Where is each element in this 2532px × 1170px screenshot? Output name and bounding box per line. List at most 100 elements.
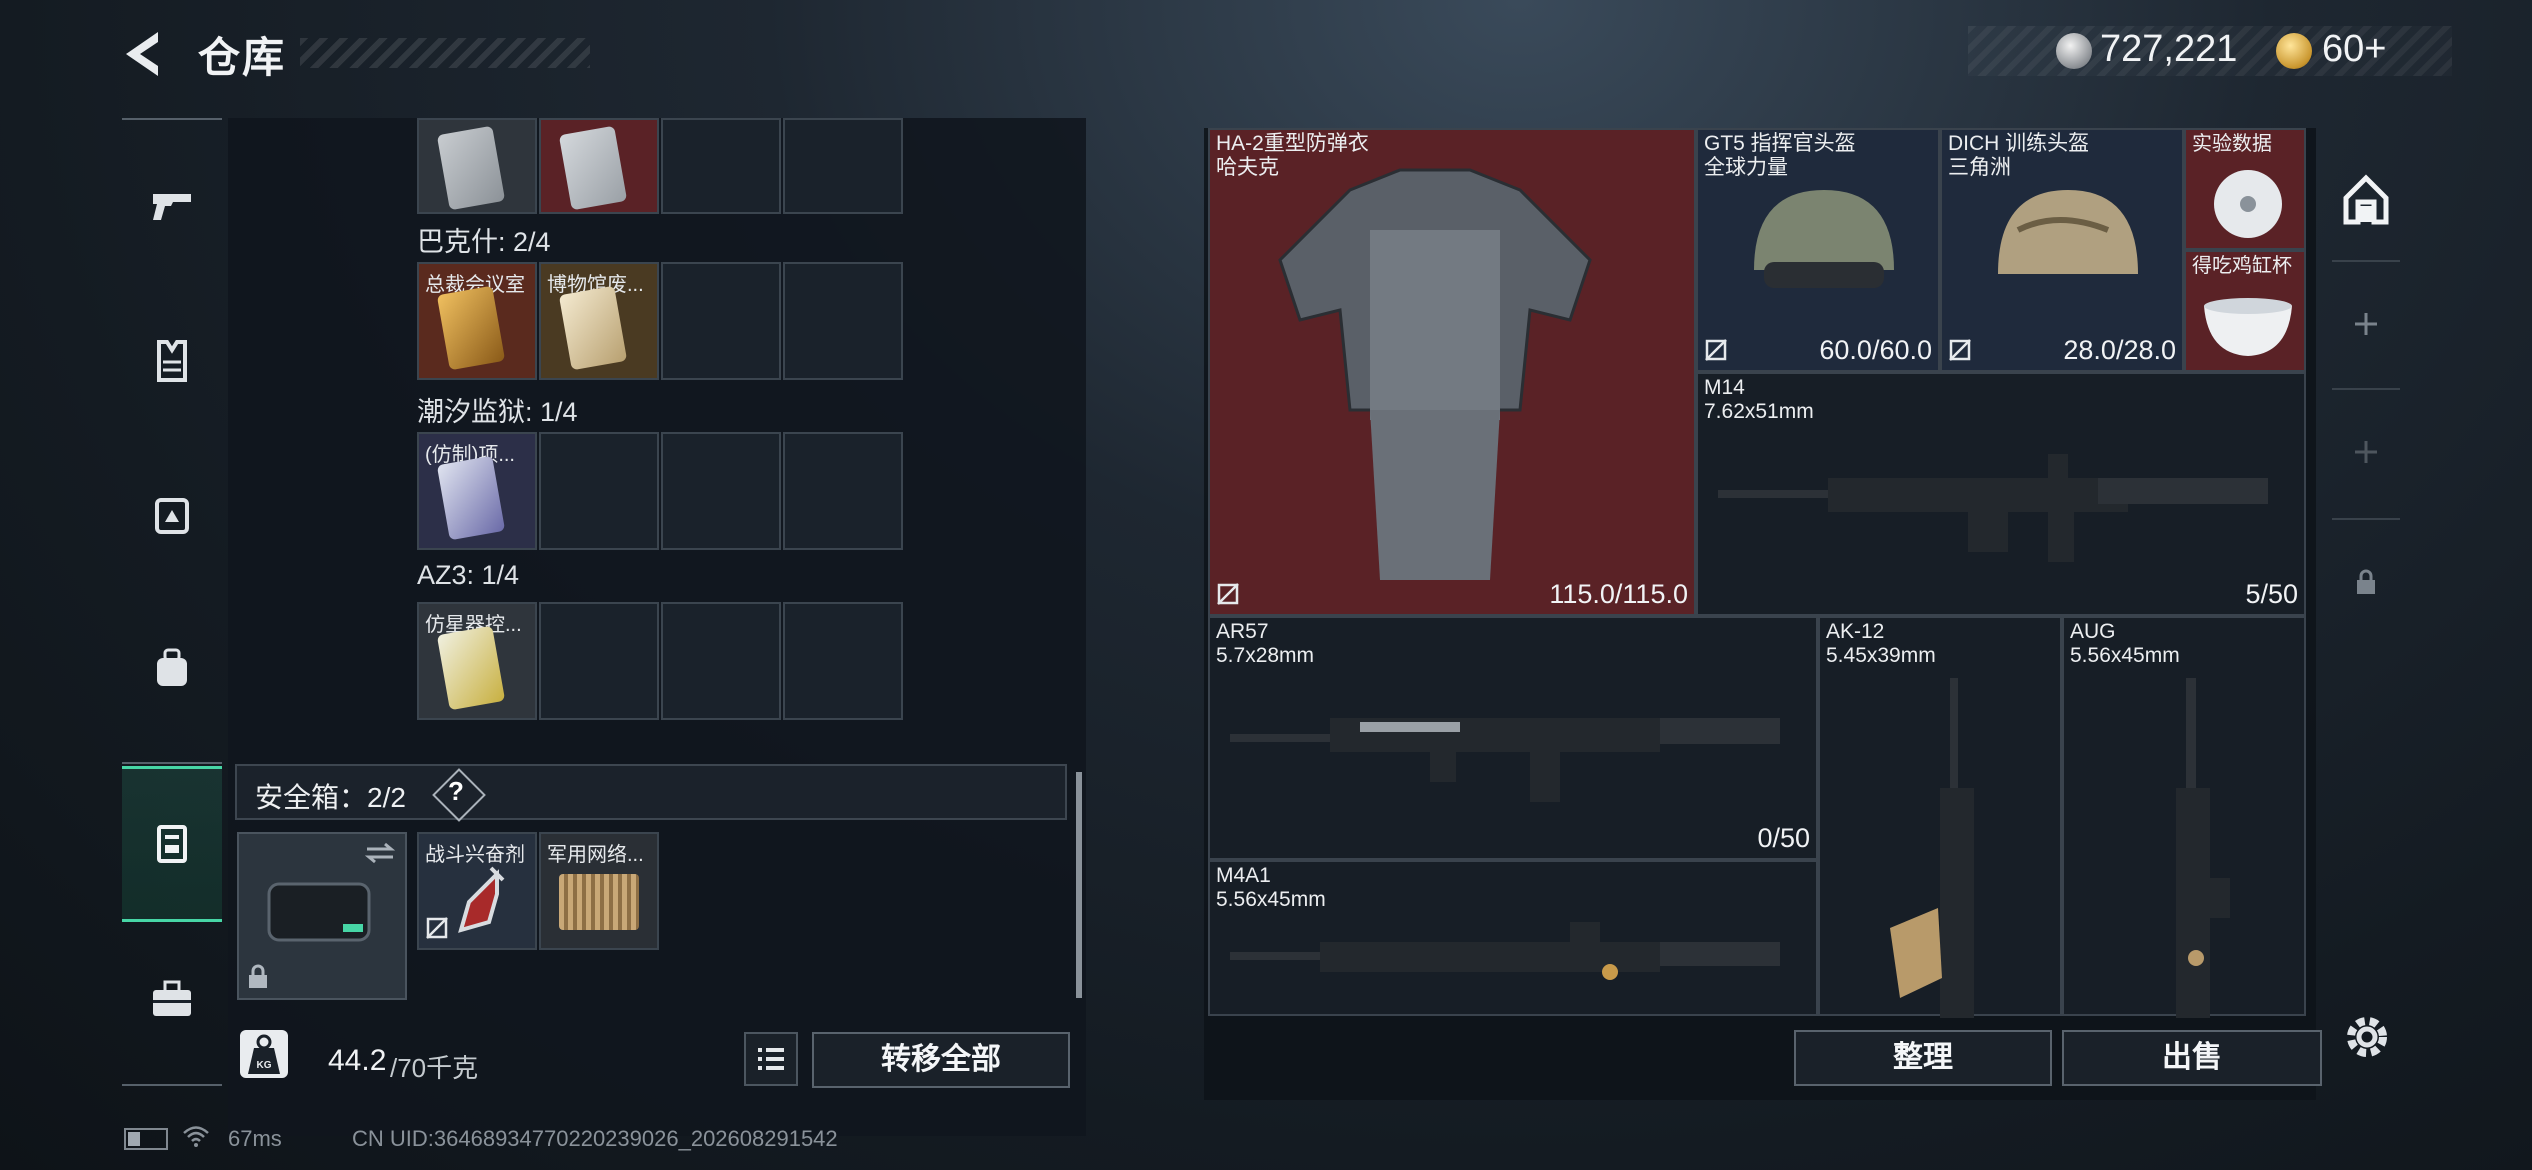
group-row: 总裁会议室 博物馆废... (417, 262, 905, 384)
wifi-icon (182, 1124, 210, 1154)
lock-icon (2357, 569, 2375, 594)
inventory-slot[interactable]: 军用网络... (539, 832, 659, 950)
no-insurance-icon (1705, 339, 1727, 361)
group-label: 巴克什: 2/4 (417, 227, 551, 257)
item-name: M14 7.62x51mm (1704, 376, 1814, 423)
safebox-case-icon (267, 882, 371, 942)
body-armor-icon (1278, 168, 1592, 580)
item-name: AUG 5.56x45mm (2070, 620, 2180, 667)
gold-currency-value[interactable]: 60+ (2322, 28, 2386, 71)
inventory-slot[interactable] (417, 118, 537, 214)
helmet-icon (1754, 190, 1894, 288)
item-rifle-ar57[interactable]: AR57 5.7x28mm 0/50 (1208, 616, 1818, 860)
item-name: AK-12 5.45x39mm (1826, 620, 1936, 667)
inventory-slot[interactable]: 总裁会议室 (417, 262, 537, 380)
group-row: 仿星器控... (417, 602, 905, 724)
item-cup[interactable]: 得吃鸡缸杯 (2184, 250, 2306, 372)
add-tab-button[interactable] (2326, 264, 2406, 384)
item-experiment-data[interactable]: 实验数据 (2184, 128, 2306, 250)
empty-slot[interactable] (783, 432, 903, 550)
empty-slot[interactable] (783, 602, 903, 720)
help-mark: ? (448, 776, 464, 806)
lock-icon (249, 964, 267, 988)
transfer-all-button[interactable]: 转移全部 (812, 1032, 1070, 1088)
nav-backpack[interactable] (122, 594, 222, 744)
item-rifle-aug[interactable]: AUG 5.56x45mm (2062, 616, 2306, 1018)
rifle-icon (1230, 718, 1780, 802)
weight-icon: KG (240, 1030, 288, 1078)
item-label: 军用网络... (547, 844, 644, 866)
inventory-slot[interactable] (539, 118, 659, 214)
item-rifle-m14[interactable]: M14 7.62x51mm 5/50 (1696, 372, 2306, 616)
silver-coin-icon (2056, 33, 2092, 69)
stash-tab[interactable] (2326, 140, 2406, 260)
keycard-icon (436, 125, 506, 211)
nav-safebox[interactable] (122, 766, 222, 922)
durability-value: 28.0/28.0 (2063, 335, 2176, 365)
empty-slot[interactable] (661, 262, 781, 380)
item-helmet-dich[interactable]: DICH 训练头盔 三角洲 28.0/28.0 (1940, 128, 2184, 372)
empty-slot[interactable] (661, 432, 781, 550)
vest-icon (157, 340, 187, 382)
rifle-icon (1718, 454, 2268, 562)
empty-slot[interactable] (661, 118, 781, 214)
swap-icon[interactable] (365, 842, 395, 864)
group-label: 潮汐监狱: 1/4 (417, 397, 578, 427)
nav-case[interactable] (122, 924, 222, 1074)
nav-armor[interactable] (122, 286, 222, 436)
right-nav (2326, 140, 2406, 640)
item-helmet-gt5[interactable]: GT5 指挥官头盔 全球力量 60.0/60.0 (1696, 128, 1940, 372)
durability-value: 115.0/115.0 (1549, 579, 1688, 609)
item-body-armor[interactable]: HA-2重型防弹衣 哈夫克 115.0/115.0 (1208, 128, 1696, 616)
keycard-icon (436, 625, 506, 711)
nav-rig[interactable] (122, 440, 222, 590)
sort-button[interactable]: 整理 (1794, 1030, 2052, 1086)
safebox-label: 安全箱：2/2 (255, 782, 406, 813)
keycard-icon (558, 285, 628, 371)
safebox-container[interactable] (237, 832, 407, 1000)
inventory-slot[interactable]: 博物馆废... (539, 262, 659, 380)
inventory-slot[interactable]: 战斗兴奋剂 (417, 832, 537, 950)
keycard-icon (558, 125, 628, 211)
nav-weapon[interactable] (122, 130, 222, 280)
list-view-button[interactable] (744, 1032, 798, 1086)
no-insurance-icon (1217, 583, 1239, 605)
item-name: 得吃鸡缸杯 (2192, 255, 2292, 277)
inventory-slot[interactable]: 仿星器控... (417, 602, 537, 720)
svg-text:KG: KG (257, 1060, 272, 1071)
back-arrow-icon[interactable] (118, 28, 170, 80)
syringe-icon (458, 866, 505, 933)
item-rifle-m4a1[interactable]: M4A1 5.56x45mm (1208, 860, 1818, 1016)
item-label: 战斗兴奋剂 (425, 844, 525, 866)
settings-gear-icon[interactable] (2340, 1010, 2394, 1064)
empty-slot[interactable] (783, 262, 903, 380)
left-category-nav (122, 118, 222, 1090)
briefcase-icon (153, 980, 191, 1016)
bowl-icon (2204, 298, 2292, 356)
backpack-icon (157, 648, 187, 686)
keycard-icon (436, 455, 506, 541)
battery-level (128, 1132, 140, 1146)
locked-tab[interactable] (2326, 522, 2406, 642)
silver-currency-value: 727,221 (2100, 28, 2238, 70)
empty-slot[interactable] (661, 602, 781, 720)
sell-button[interactable]: 出售 (2062, 1030, 2322, 1086)
scrollbar[interactable] (1076, 772, 1082, 998)
empty-slot[interactable] (539, 432, 659, 550)
item-name: 实验数据 (2192, 133, 2272, 155)
no-insurance-icon (426, 917, 448, 939)
ammo-count: 0/50 (1757, 823, 1810, 853)
group-row-partial (417, 118, 905, 214)
title-decoration (300, 38, 590, 68)
helmet-icon (1998, 190, 2138, 274)
item-rifle-ak12[interactable]: AK-12 5.45x39mm (1818, 616, 2062, 1018)
item-name: M4A1 5.56x45mm (1216, 864, 1326, 911)
inventory-slot[interactable]: (仿制)项... (417, 432, 537, 550)
empty-slot[interactable] (539, 602, 659, 720)
user-uid: CN UID:3646893477022023902​6_20260829154… (352, 1126, 838, 1151)
group-row: (仿制)项... (417, 432, 905, 554)
empty-slot[interactable] (783, 118, 903, 214)
add-tab-button[interactable] (2326, 392, 2406, 512)
no-insurance-icon (1949, 339, 1971, 361)
disc-icon (2214, 170, 2282, 238)
